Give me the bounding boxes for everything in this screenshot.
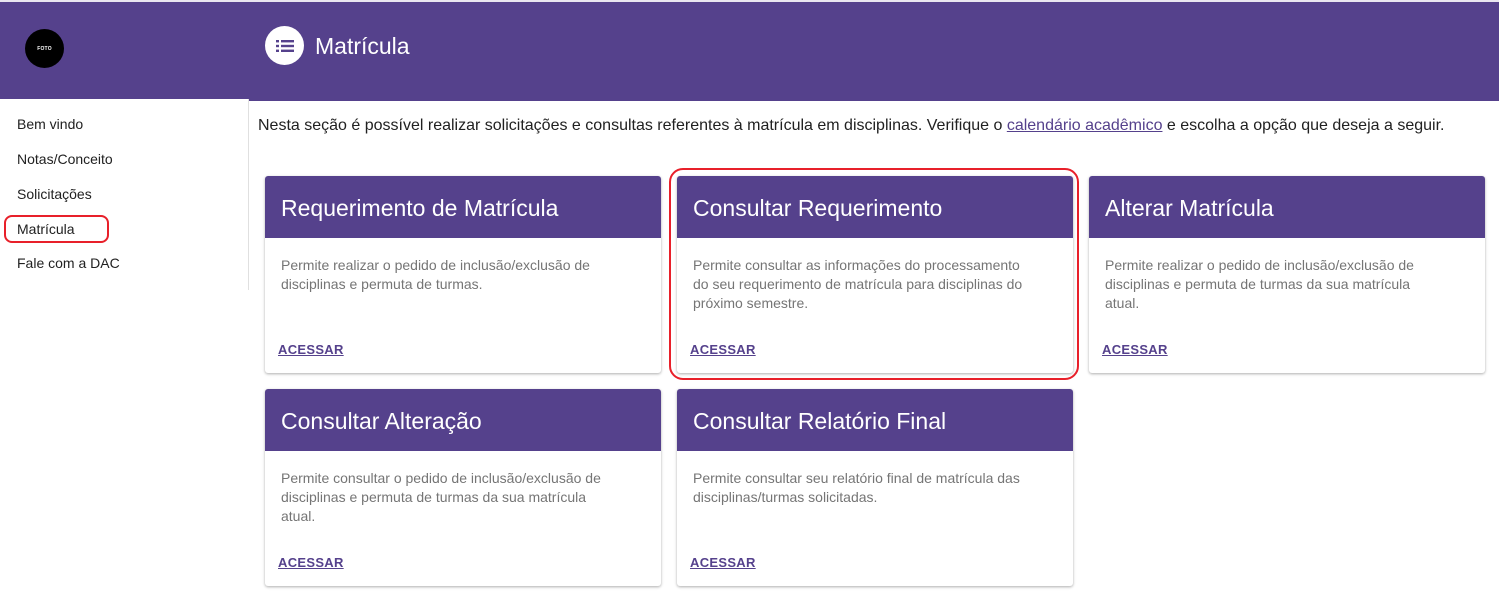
card-consultar-alteracao: Consultar Alteração Permite consultar o … <box>265 389 661 586</box>
sidebar-item-solicitacoes[interactable]: Solicitações <box>17 186 92 202</box>
page-header: Matrícula <box>249 0 1499 101</box>
card-header: Alterar Matrícula <box>1089 176 1485 238</box>
card-requerimento-de-matricula: Requerimento de Matrícula Permite realiz… <box>265 176 661 373</box>
sidebar-divider <box>248 99 249 290</box>
card-title: Alterar Matrícula <box>1105 195 1274 221</box>
card-header: Requerimento de Matrícula <box>265 176 661 238</box>
academic-calendar-link[interactable]: calendário acadêmico <box>1007 117 1163 134</box>
card-description: Permite consultar o pedido de inclusão/e… <box>281 470 601 524</box>
avatar: FOTO <box>25 29 64 68</box>
acessar-button[interactable]: ACESSAR <box>278 555 344 570</box>
sidebar: FOTO Bem vindo Notas/Conceito Solicitaçõ… <box>0 0 249 614</box>
list-icon <box>265 26 304 65</box>
intro-text: Nesta seção é possível realizar solicita… <box>258 117 1444 135</box>
acessar-button[interactable]: ACESSAR <box>278 342 344 357</box>
card-consultar-relatorio-final: Consultar Relatório Final Permite consul… <box>677 389 1073 586</box>
card-title: Consultar Alteração <box>281 408 482 434</box>
acessar-button[interactable]: ACESSAR <box>1102 342 1168 357</box>
card-highlight-annotation <box>669 168 1079 380</box>
card-header: Consultar Relatório Final <box>677 389 1073 451</box>
avatar-label: FOTO <box>37 45 52 52</box>
card-description: Permite realizar o pedido de inclusão/ex… <box>281 257 590 292</box>
card-title: Requerimento de Matrícula <box>281 195 559 221</box>
card-alterar-matricula: Alterar Matrícula Permite realizar o ped… <box>1089 176 1485 373</box>
app-window: FOTO Bem vindo Notas/Conceito Solicitaçõ… <box>0 0 1499 614</box>
sidebar-item-fale-com-a-dac[interactable]: Fale com a DAC <box>17 255 120 271</box>
card-header: Consultar Alteração <box>265 389 661 451</box>
top-divider <box>0 0 249 2</box>
card-description: Permite consultar seu relatório final de… <box>693 470 1020 505</box>
card-description: Permite realizar o pedido de inclusão/ex… <box>1105 257 1414 311</box>
sidebar-item-notas-conceito[interactable]: Notas/Conceito <box>17 151 113 167</box>
sidebar-header: FOTO <box>0 0 249 99</box>
card-title: Consultar Relatório Final <box>693 408 947 434</box>
intro-text-end: e escolha a opção que deseja a seguir. <box>1162 117 1445 134</box>
active-item-highlight <box>4 215 109 243</box>
sidebar-item-bem-vindo[interactable]: Bem vindo <box>17 116 83 132</box>
page-title: Matrícula <box>315 33 410 59</box>
top-divider <box>249 0 1499 2</box>
intro-text-start: Nesta seção é possível realizar solicita… <box>258 117 1007 134</box>
acessar-button[interactable]: ACESSAR <box>690 555 756 570</box>
